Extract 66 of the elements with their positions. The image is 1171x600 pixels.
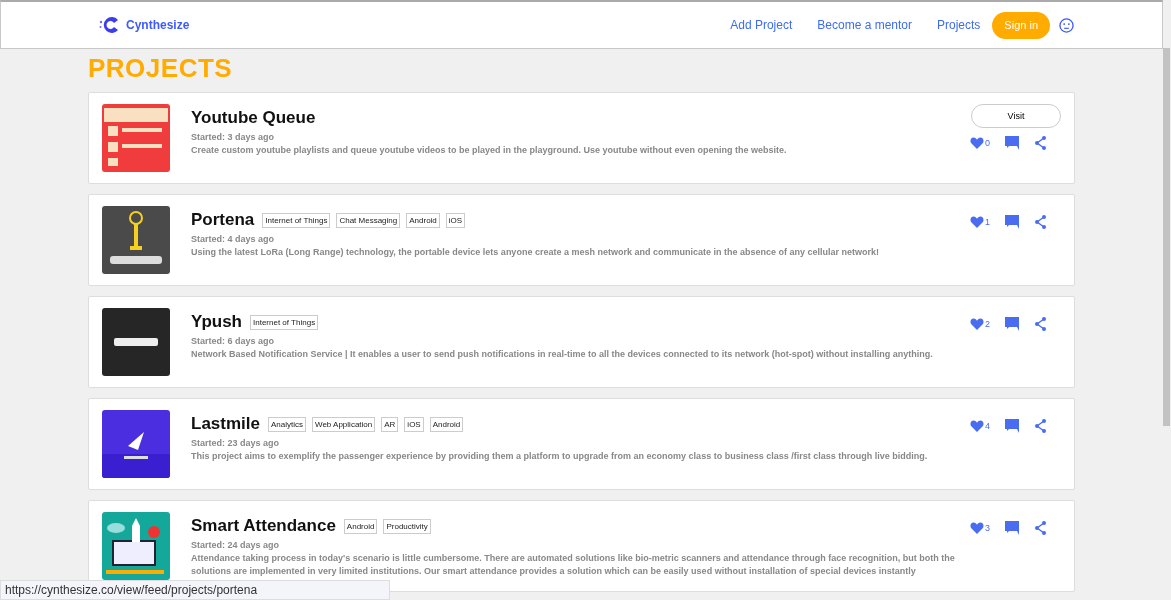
tag: Productivity	[383, 518, 431, 534]
comment-icon	[1005, 521, 1019, 535]
like-button[interactable]: 2	[970, 318, 990, 330]
heart-icon	[970, 216, 984, 228]
status-url: https://cynthesize.co/view/feed/projects/portena	[0, 580, 390, 600]
share-button[interactable]	[1034, 521, 1047, 535]
comment-button[interactable]	[1005, 419, 1019, 433]
like-button[interactable]: 3	[970, 522, 990, 534]
project-title[interactable]: Ypush	[191, 312, 242, 332]
share-icon	[1034, 215, 1047, 229]
tag: Internet of Things	[250, 314, 319, 330]
started-date: Started: 4 days ago	[191, 234, 276, 244]
share-button[interactable]	[1034, 419, 1047, 433]
page-title: PROJECTS	[88, 53, 234, 84]
share-icon	[1034, 521, 1047, 535]
nav-link[interactable]: Become a mentor	[817, 18, 912, 32]
share-icon	[1034, 317, 1047, 331]
scrollbar[interactable]	[1163, 48, 1170, 426]
project-title[interactable]: Lastmile	[191, 414, 260, 434]
project-description: This project aims to exemplify the passenger experience by providing them a platform to upgrade from an economy class to business class /first class through live bidding.	[191, 450, 929, 463]
tag: Analytics	[268, 416, 306, 432]
share-icon	[1034, 136, 1047, 150]
like-button[interactable]: 1	[970, 216, 990, 228]
comment-button[interactable]	[1005, 215, 1019, 229]
project-description: Network Based Notification Service | It enables a user to send push notifications in real-time to all the devices connected to its network (hot-spot) without installing anything.	[191, 348, 934, 361]
like-button[interactable]: 4	[970, 420, 990, 432]
share-button[interactable]	[1034, 136, 1047, 150]
like-button[interactable]: 0	[970, 137, 990, 149]
tag: Internet of Things	[262, 212, 331, 228]
project-description: Create custom youtube playlists and queue youtube videos to be played in the playground. Use youtube without even opening the website.	[191, 144, 788, 157]
share-button[interactable]	[1034, 215, 1047, 229]
comment-icon	[1005, 136, 1019, 150]
tag: Web Application	[312, 416, 376, 432]
started-date: Started: 23 days ago	[191, 438, 281, 448]
comment-icon	[1005, 317, 1019, 331]
nav-link[interactable]: Add Project	[730, 18, 793, 32]
tag: AR	[381, 416, 399, 432]
tag: Android	[429, 416, 464, 432]
tag: iOS	[404, 416, 424, 432]
nav-link[interactable]: Projects	[937, 18, 981, 32]
share-icon	[1034, 419, 1047, 433]
comment-button[interactable]	[1005, 317, 1019, 331]
project-title[interactable]: Portena	[191, 210, 255, 230]
project-description: Using the latest LoRa (Long Range) technology, the portable device lets anyone create a mesh network and communicate in the absence of any cellular network!	[191, 246, 880, 259]
heart-icon	[970, 137, 984, 149]
project-description: Attendance taking process in today's scenario is little cumbersome. There are automated solutions like bio-metric scanners and attendance through face recognition, but both the solutions are implemented in very limited institutions. Our smart attendance provides a solution which can be easily used without installation of special devices instantly	[191, 552, 956, 578]
started-date: Started: 6 days ago	[191, 336, 276, 346]
started-date: Started: 24 days ago	[191, 540, 281, 550]
heart-icon	[970, 420, 984, 432]
tag: Android	[406, 212, 440, 228]
heart-icon	[970, 522, 984, 534]
comment-icon	[1005, 215, 1019, 229]
tag: Android	[343, 518, 378, 534]
tag: Chat Messaging	[336, 212, 401, 228]
tag: iOS	[445, 212, 466, 228]
project-title[interactable]: Smart Attendance	[191, 516, 336, 536]
project-title[interactable]: Youtube Queue	[191, 108, 316, 128]
started-date: Started: 3 days ago	[191, 132, 276, 142]
face-icon[interactable]	[1059, 17, 1074, 33]
brand-name: Cynthesize	[126, 18, 190, 32]
comment-button[interactable]	[1005, 136, 1019, 150]
comment-icon	[1005, 419, 1019, 433]
comment-button[interactable]	[1005, 521, 1019, 535]
heart-icon	[970, 318, 984, 330]
visit-button[interactable]: Visit	[971, 104, 1061, 128]
share-button[interactable]	[1034, 317, 1047, 331]
